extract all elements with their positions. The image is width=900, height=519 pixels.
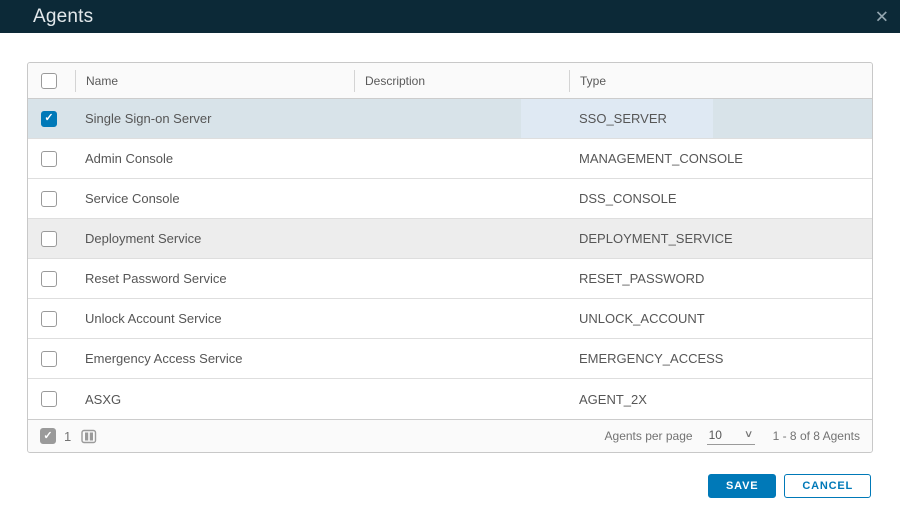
- row-checkbox-cell: ✓: [28, 311, 75, 327]
- cell-name: Unlock Account Service: [75, 311, 354, 326]
- row-checkbox[interactable]: ✓: [41, 111, 57, 127]
- column-header-description[interactable]: Description: [354, 70, 569, 92]
- per-page-value: 10: [709, 428, 722, 442]
- table-row[interactable]: ✓ Service Console DSS_CONSOLE: [28, 179, 872, 219]
- row-checkbox[interactable]: ✓: [41, 311, 57, 327]
- row-checkbox-cell: ✓: [28, 151, 75, 167]
- cell-type: MANAGEMENT_CONSOLE: [569, 151, 872, 166]
- column-header-name[interactable]: Name: [75, 70, 354, 92]
- row-checkbox-cell: ✓: [28, 191, 75, 207]
- datagrid-header-row: ✓ Name Description Type: [28, 63, 872, 99]
- row-checkbox-cell: ✓: [28, 231, 75, 247]
- select-all-cell: ✓: [28, 73, 75, 89]
- table-row[interactable]: ✓ Reset Password Service RESET_PASSWORD: [28, 259, 872, 299]
- cell-name: Single Sign-on Server: [75, 111, 354, 126]
- cell-type: DEPLOYMENT_SERVICE: [569, 231, 872, 246]
- cell-type: UNLOCK_ACCOUNT: [569, 311, 872, 326]
- table-row[interactable]: ✓ Single Sign-on Server SSO_SERVER: [28, 99, 872, 139]
- cell-name: Deployment Service: [75, 231, 354, 246]
- row-checkbox-cell: ✓: [28, 111, 75, 127]
- table-row[interactable]: ✓ Deployment Service DEPLOYMENT_SERVICE: [28, 219, 872, 259]
- row-checkbox[interactable]: ✓: [41, 191, 57, 207]
- table-row[interactable]: ✓ Unlock Account Service UNLOCK_ACCOUNT: [28, 299, 872, 339]
- column-header-type[interactable]: Type: [569, 70, 872, 92]
- row-checkbox[interactable]: ✓: [41, 271, 57, 287]
- pagination-range: 1 - 8 of 8 Agents: [773, 429, 860, 443]
- row-checkbox-cell: ✓: [28, 351, 75, 367]
- per-page-select[interactable]: 10 ∨: [707, 428, 755, 445]
- datagrid-footer: ✓ 1 Agents per page 10 ∨ 1 - 8 of 8 Agen…: [28, 419, 872, 452]
- select-all-checkbox[interactable]: ✓: [41, 73, 57, 89]
- row-checkbox-cell: ✓: [28, 271, 75, 287]
- cell-type: EMERGENCY_ACCESS: [569, 351, 872, 366]
- datagrid-body: ✓ Single Sign-on Server SSO_SERVER ✓ Adm…: [28, 99, 872, 419]
- table-row[interactable]: ✓ Admin Console MANAGEMENT_CONSOLE: [28, 139, 872, 179]
- modal-actions: SAVE CANCEL: [708, 474, 871, 498]
- chevron-down-icon: ∨: [744, 429, 754, 440]
- cell-name: ASXG: [75, 392, 354, 407]
- agents-datagrid: ✓ Name Description Type ✓ Single Sign-on…: [27, 62, 873, 453]
- cell-type: DSS_CONSOLE: [569, 191, 872, 206]
- close-icon[interactable]: ✕: [875, 8, 889, 25]
- per-page-label: Agents per page: [605, 429, 693, 443]
- checkmark-icon: ✓: [43, 431, 52, 442]
- cell-name: Admin Console: [75, 151, 354, 166]
- pagination-controls: Agents per page 10 ∨ 1 - 8 of 8 Agents: [605, 428, 872, 445]
- cell-name: Reset Password Service: [75, 271, 354, 286]
- row-checkbox[interactable]: ✓: [41, 151, 57, 167]
- cell-type: AGENT_2X: [569, 392, 872, 407]
- modal-header: Agents ✕: [0, 0, 900, 33]
- cell-name: Emergency Access Service: [75, 351, 354, 366]
- table-row[interactable]: ✓ Emergency Access Service EMERGENCY_ACC…: [28, 339, 872, 379]
- cell-type: RESET_PASSWORD: [569, 271, 872, 286]
- row-checkbox[interactable]: ✓: [41, 391, 57, 407]
- footer-selected-checkbox-icon: ✓: [40, 428, 56, 444]
- selected-count: 1: [64, 429, 71, 444]
- row-checkbox-cell: ✓: [28, 391, 75, 407]
- row-checkbox[interactable]: ✓: [41, 351, 57, 367]
- cancel-button[interactable]: CANCEL: [784, 474, 871, 498]
- checkmark-icon: ✓: [44, 113, 53, 124]
- cell-type: SSO_SERVER: [569, 111, 872, 126]
- column-toggle-icon[interactable]: [81, 429, 97, 444]
- table-row[interactable]: ✓ ASXG AGENT_2X: [28, 379, 872, 419]
- modal-title: Agents: [33, 6, 93, 28]
- cell-name: Service Console: [75, 191, 354, 206]
- row-checkbox[interactable]: ✓: [41, 231, 57, 247]
- save-button[interactable]: SAVE: [708, 474, 776, 498]
